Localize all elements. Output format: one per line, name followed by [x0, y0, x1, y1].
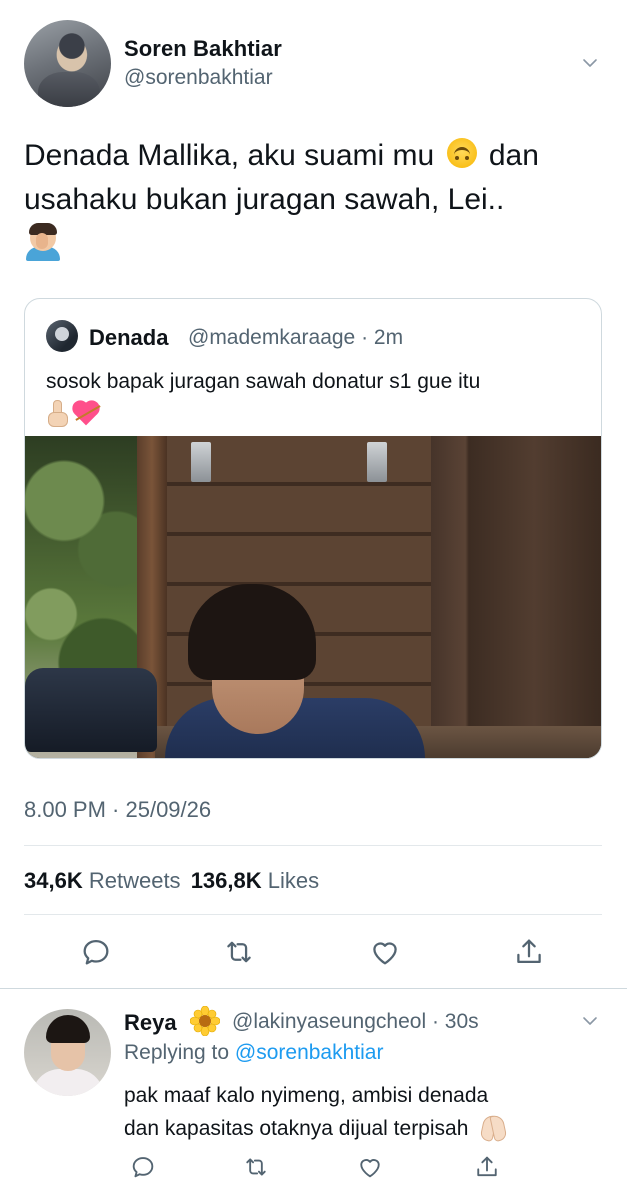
divider — [24, 914, 602, 915]
facepalm-emoji-icon — [24, 223, 62, 261]
heart-arrow-emoji-icon — [74, 400, 102, 426]
reply-author-handle[interactable]: @lakinyaseungcheol — [232, 1010, 426, 1033]
section-divider — [0, 988, 627, 989]
reply-author-avatar[interactable] — [24, 1009, 111, 1096]
quoted-tweet-time: · 2m — [361, 326, 404, 349]
quoted-author-avatar — [46, 320, 78, 352]
upside-down-face-emoji-icon — [446, 138, 477, 168]
reply-text-line2: dan kapasitas otaknya dijual terpisah — [124, 1117, 469, 1140]
retweets-count[interactable]: 34,6K — [24, 868, 83, 893]
likes-label[interactable]: Likes — [268, 868, 319, 893]
tweet-text-line1b: dan — [488, 139, 539, 172]
quoted-author-meta: @mademkaraage · 2m — [188, 326, 403, 350]
reply-text-line1: pak maaf kalo nyimeng, ambisi denada — [124, 1084, 489, 1107]
quoted-tweet[interactable]: Denada @mademkaraage · 2m sosok bapak ju… — [24, 298, 602, 759]
heart-icon[interactable] — [356, 1153, 384, 1181]
quoted-tweet-emojis — [46, 399, 102, 427]
replying-to: Replying to @sorenbakhtiar — [124, 1041, 383, 1065]
sunflower-emoji-icon — [189, 1005, 221, 1037]
reply-icon[interactable] — [129, 1153, 157, 1181]
replying-to-label: Replying to — [124, 1041, 230, 1064]
likes-count[interactable]: 136,8K — [191, 868, 262, 893]
tweet-text: Denada Mallika, aku suami mu dan usahaku… — [24, 134, 604, 266]
quoted-tweet-photo[interactable] — [25, 436, 601, 758]
replying-to-handle-link[interactable]: @sorenbakhtiar — [235, 1041, 384, 1064]
tweet-stats: 34,6K Retweets 136,8K Likes — [24, 868, 319, 894]
chevron-down-icon[interactable] — [582, 55, 598, 71]
reply-author-meta: @lakinyaseungcheol · 30s — [232, 1010, 479, 1034]
reply-text: pak maaf kalo nyimeng, ambisi denada dan… — [124, 1079, 602, 1145]
author-name[interactable]: Soren Bakhtiar — [124, 36, 282, 62]
quoted-tweet-text: sosok bapak juragan sawah donatur s1 gue… — [46, 370, 481, 393]
quoted-author-handle: @mademkaraage — [188, 326, 356, 349]
share-icon[interactable] — [512, 935, 546, 969]
author-avatar[interactable] — [24, 20, 111, 107]
tweet-timestamp[interactable]: 8.00 PM · 25/09/26 — [24, 797, 211, 823]
tweet-text-line1a: Denada Mallika, aku suami mu — [24, 139, 435, 172]
tweet-text-line2: usahaku bukan juragan sawah, Lei.. — [24, 183, 505, 216]
quoted-author-name: Denada — [89, 325, 169, 350]
folded-hands-emoji-icon — [478, 1113, 508, 1141]
index-finger-emoji-icon — [46, 400, 68, 427]
heart-icon[interactable] — [368, 935, 402, 969]
reply-author-name[interactable]: Reya — [124, 1010, 177, 1036]
share-icon[interactable] — [473, 1153, 501, 1181]
retweet-icon[interactable] — [222, 935, 256, 969]
divider — [24, 845, 602, 846]
retweets-label[interactable]: Retweets — [89, 868, 181, 893]
reply-icon[interactable] — [79, 935, 113, 969]
chevron-down-icon[interactable] — [582, 1013, 598, 1029]
reply-time: · 30s — [431, 1010, 479, 1033]
retweet-icon[interactable] — [242, 1153, 270, 1181]
author-handle[interactable]: @sorenbakhtiar — [124, 66, 273, 90]
